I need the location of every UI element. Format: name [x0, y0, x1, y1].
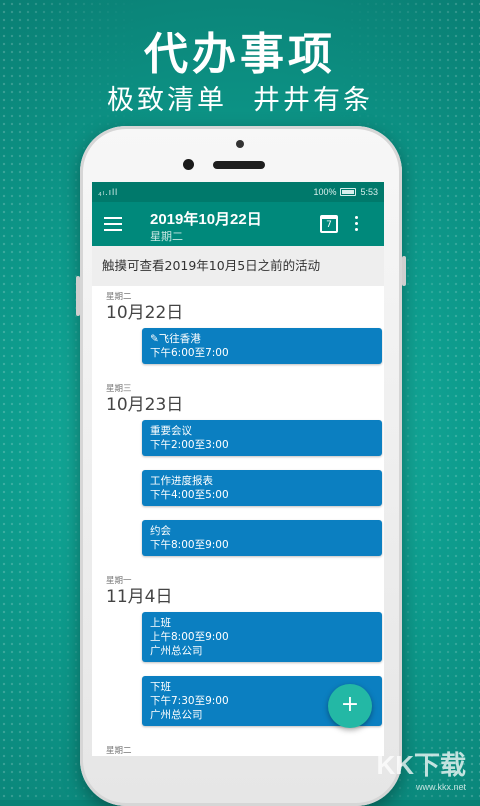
promo-tagline-right: 井井有条 — [253, 85, 373, 116]
event-card[interactable]: 重要会议下午2:00至3:00 — [142, 420, 382, 456]
day-header: 星期二 10月22日 — [92, 286, 384, 323]
battery-icon — [340, 188, 357, 196]
status-bar: ₄ₗ.ıll 100% 5:53 — [92, 182, 384, 202]
day-header: 星期二 — [92, 740, 384, 756]
event-title: 上班 — [150, 617, 171, 629]
app-screen: ₄ₗ.ıll 100% 5:53 2019年10月22日 星期二 7 触摸可查看… — [92, 182, 384, 756]
event-card[interactable]: ✎飞往香港下午6:00至7:00 — [142, 328, 382, 364]
watermark-logo: KK下载 www.kkx.net — [376, 745, 466, 792]
more-options-icon[interactable] — [355, 216, 359, 234]
app-bar: 2019年10月22日 星期二 7 — [92, 202, 384, 246]
power-button — [402, 256, 406, 286]
event-card[interactable]: 工作进度报表下午4:00至5:00 — [142, 470, 382, 506]
earpiece-speaker — [213, 161, 265, 169]
phone-frame: ₄ₗ.ıll 100% 5:53 2019年10月22日 星期二 7 触摸可查看… — [76, 126, 406, 806]
event-card[interactable]: 约会下午8:00至9:00 — [142, 520, 382, 556]
day-header: 星期一 11月4日 — [92, 570, 384, 607]
promo-headline: 代办事项 — [144, 29, 336, 80]
event-card[interactable]: 上班上午8:00至9:00 广州总公司 — [142, 612, 382, 662]
watermark-url: www.kkx.net — [415, 782, 466, 792]
page-title: 2019年10月22日 — [150, 211, 262, 228]
load-earlier-banner[interactable]: 触摸可查看2019年10月5日之前的活动 — [92, 246, 384, 286]
event-time: 上午8:00至9:00 — [150, 631, 229, 643]
day-date: 11月4日 — [106, 587, 173, 607]
event-time: 下午2:00至3:00 — [150, 439, 229, 451]
page-subtitle: 星期二 — [150, 230, 183, 243]
day-date: 10月22日 — [106, 303, 184, 323]
volume-button — [76, 276, 80, 316]
event-title: ✎飞往香港 — [150, 333, 201, 345]
event-title: 工作进度报表 — [150, 475, 213, 487]
promo-tagline-left: 极致清单 — [107, 85, 227, 116]
event-time: 下午6:00至7:00 — [150, 347, 229, 359]
phone-sensor — [236, 140, 244, 148]
event-time: 下午4:00至5:00 — [150, 489, 229, 501]
event-time: 下午8:00至9:00 — [150, 539, 229, 551]
front-camera — [183, 159, 194, 170]
signal-icon: ₄ₗ.ıll — [98, 186, 119, 197]
event-location: 广州总公司 — [150, 645, 203, 657]
day-weekday: 星期二 — [106, 746, 132, 756]
battery-percent: 100% — [313, 187, 337, 197]
status-time: 5:53 — [360, 187, 378, 197]
promo-tagline: 极致清单 井井有条 — [0, 78, 480, 117]
watermark-text: KK下载 — [376, 750, 466, 780]
add-event-button[interactable]: + — [328, 684, 372, 728]
day-date: 10月23日 — [106, 395, 184, 415]
menu-icon[interactable] — [104, 217, 122, 231]
event-title: 约会 — [150, 525, 171, 537]
calendar-today-icon[interactable]: 7 — [320, 215, 338, 233]
event-title: 重要会议 — [150, 425, 192, 437]
day-header: 星期三 10月23日 — [92, 378, 384, 415]
